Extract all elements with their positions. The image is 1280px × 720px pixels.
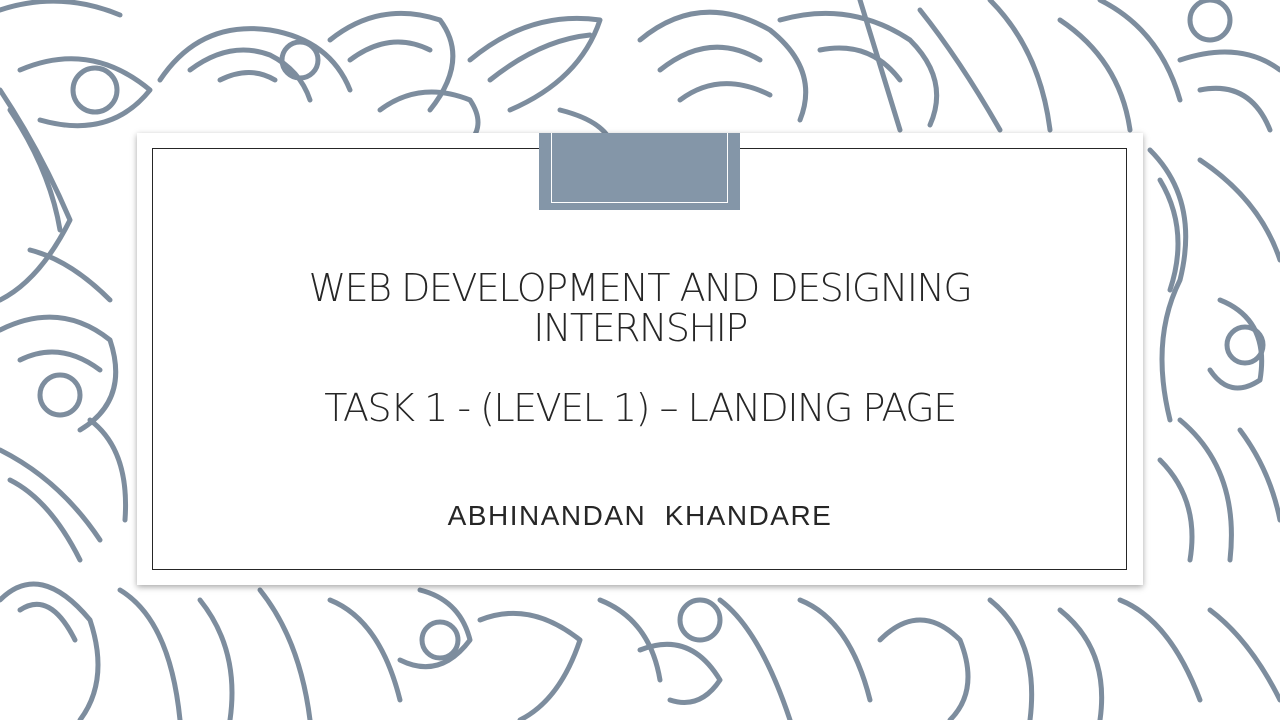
accent-tab-outline [551, 133, 728, 203]
title-spacer [137, 348, 1143, 388]
accent-tab [539, 133, 740, 210]
slide-title: WEB DEVELOPMENT AND DESIGNING INTERNSHIP… [137, 268, 1143, 428]
author-name: ABHINANDAN KHANDARE [447, 500, 833, 531]
title-card: WEB DEVELOPMENT AND DESIGNING INTERNSHIP… [137, 133, 1143, 585]
title-line-2: INTERNSHIP [533, 306, 748, 350]
title-line-3: TASK 1 - (LEVEL 1) – LANDING PAGE [324, 386, 957, 430]
title-line-1: WEB DEVELOPMENT AND DESIGNING [308, 266, 973, 310]
